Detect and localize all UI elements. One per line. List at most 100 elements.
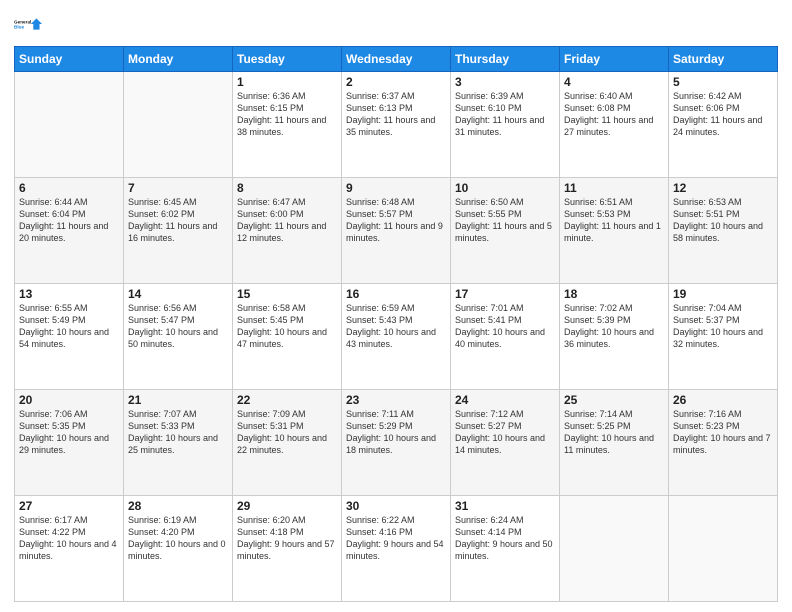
day-info: Sunrise: 6:20 AM Sunset: 4:18 PM Dayligh… <box>237 514 337 563</box>
calendar-cell: 9Sunrise: 6:48 AM Sunset: 5:57 PM Daylig… <box>342 178 451 284</box>
day-info: Sunrise: 6:19 AM Sunset: 4:20 PM Dayligh… <box>128 514 228 563</box>
day-number: 21 <box>128 393 228 407</box>
calendar-cell: 19Sunrise: 7:04 AM Sunset: 5:37 PM Dayli… <box>669 284 778 390</box>
logo-icon: GeneralBlue <box>14 10 42 38</box>
day-number: 7 <box>128 181 228 195</box>
day-number: 20 <box>19 393 119 407</box>
day-info: Sunrise: 6:39 AM Sunset: 6:10 PM Dayligh… <box>455 90 555 139</box>
calendar-cell: 18Sunrise: 7:02 AM Sunset: 5:39 PM Dayli… <box>560 284 669 390</box>
day-number: 2 <box>346 75 446 89</box>
day-number: 22 <box>237 393 337 407</box>
day-info: Sunrise: 7:01 AM Sunset: 5:41 PM Dayligh… <box>455 302 555 351</box>
day-info: Sunrise: 6:59 AM Sunset: 5:43 PM Dayligh… <box>346 302 446 351</box>
day-number: 29 <box>237 499 337 513</box>
day-info: Sunrise: 6:42 AM Sunset: 6:06 PM Dayligh… <box>673 90 773 139</box>
calendar-week-row: 27Sunrise: 6:17 AM Sunset: 4:22 PM Dayli… <box>15 496 778 602</box>
day-number: 15 <box>237 287 337 301</box>
calendar-cell: 15Sunrise: 6:58 AM Sunset: 5:45 PM Dayli… <box>233 284 342 390</box>
day-info: Sunrise: 6:37 AM Sunset: 6:13 PM Dayligh… <box>346 90 446 139</box>
calendar-cell: 23Sunrise: 7:11 AM Sunset: 5:29 PM Dayli… <box>342 390 451 496</box>
calendar-table: SundayMondayTuesdayWednesdayThursdayFrid… <box>14 46 778 602</box>
weekday-header-friday: Friday <box>560 47 669 72</box>
weekday-header-thursday: Thursday <box>451 47 560 72</box>
day-number: 10 <box>455 181 555 195</box>
calendar-cell: 6Sunrise: 6:44 AM Sunset: 6:04 PM Daylig… <box>15 178 124 284</box>
calendar-cell: 26Sunrise: 7:16 AM Sunset: 5:23 PM Dayli… <box>669 390 778 496</box>
calendar-cell: 2Sunrise: 6:37 AM Sunset: 6:13 PM Daylig… <box>342 72 451 178</box>
day-info: Sunrise: 6:24 AM Sunset: 4:14 PM Dayligh… <box>455 514 555 563</box>
calendar-cell <box>124 72 233 178</box>
day-number: 8 <box>237 181 337 195</box>
day-number: 26 <box>673 393 773 407</box>
calendar-cell: 11Sunrise: 6:51 AM Sunset: 5:53 PM Dayli… <box>560 178 669 284</box>
day-info: Sunrise: 6:47 AM Sunset: 6:00 PM Dayligh… <box>237 196 337 245</box>
svg-text:Blue: Blue <box>14 25 25 30</box>
day-info: Sunrise: 7:16 AM Sunset: 5:23 PM Dayligh… <box>673 408 773 457</box>
day-number: 17 <box>455 287 555 301</box>
calendar-cell: 20Sunrise: 7:06 AM Sunset: 5:35 PM Dayli… <box>15 390 124 496</box>
calendar-cell: 12Sunrise: 6:53 AM Sunset: 5:51 PM Dayli… <box>669 178 778 284</box>
day-number: 6 <box>19 181 119 195</box>
weekday-header-tuesday: Tuesday <box>233 47 342 72</box>
day-info: Sunrise: 6:55 AM Sunset: 5:49 PM Dayligh… <box>19 302 119 351</box>
day-number: 27 <box>19 499 119 513</box>
day-info: Sunrise: 6:40 AM Sunset: 6:08 PM Dayligh… <box>564 90 664 139</box>
day-number: 16 <box>346 287 446 301</box>
day-number: 23 <box>346 393 446 407</box>
day-number: 11 <box>564 181 664 195</box>
calendar-cell <box>560 496 669 602</box>
calendar-cell: 10Sunrise: 6:50 AM Sunset: 5:55 PM Dayli… <box>451 178 560 284</box>
calendar-cell: 21Sunrise: 7:07 AM Sunset: 5:33 PM Dayli… <box>124 390 233 496</box>
day-number: 19 <box>673 287 773 301</box>
day-info: Sunrise: 6:36 AM Sunset: 6:15 PM Dayligh… <box>237 90 337 139</box>
calendar-cell: 29Sunrise: 6:20 AM Sunset: 4:18 PM Dayli… <box>233 496 342 602</box>
day-number: 25 <box>564 393 664 407</box>
calendar-cell: 17Sunrise: 7:01 AM Sunset: 5:41 PM Dayli… <box>451 284 560 390</box>
day-info: Sunrise: 6:44 AM Sunset: 6:04 PM Dayligh… <box>19 196 119 245</box>
day-number: 30 <box>346 499 446 513</box>
day-number: 31 <box>455 499 555 513</box>
calendar-cell: 31Sunrise: 6:24 AM Sunset: 4:14 PM Dayli… <box>451 496 560 602</box>
calendar-cell: 25Sunrise: 7:14 AM Sunset: 5:25 PM Dayli… <box>560 390 669 496</box>
weekday-header-sunday: Sunday <box>15 47 124 72</box>
calendar-cell: 27Sunrise: 6:17 AM Sunset: 4:22 PM Dayli… <box>15 496 124 602</box>
calendar-cell: 5Sunrise: 6:42 AM Sunset: 6:06 PM Daylig… <box>669 72 778 178</box>
calendar-cell: 13Sunrise: 6:55 AM Sunset: 5:49 PM Dayli… <box>15 284 124 390</box>
day-info: Sunrise: 7:04 AM Sunset: 5:37 PM Dayligh… <box>673 302 773 351</box>
day-info: Sunrise: 6:53 AM Sunset: 5:51 PM Dayligh… <box>673 196 773 245</box>
weekday-header-wednesday: Wednesday <box>342 47 451 72</box>
day-number: 3 <box>455 75 555 89</box>
calendar-cell: 24Sunrise: 7:12 AM Sunset: 5:27 PM Dayli… <box>451 390 560 496</box>
day-number: 18 <box>564 287 664 301</box>
calendar-cell: 1Sunrise: 6:36 AM Sunset: 6:15 PM Daylig… <box>233 72 342 178</box>
calendar-cell: 30Sunrise: 6:22 AM Sunset: 4:16 PM Dayli… <box>342 496 451 602</box>
calendar-cell: 14Sunrise: 6:56 AM Sunset: 5:47 PM Dayli… <box>124 284 233 390</box>
svg-text:General: General <box>14 19 31 24</box>
day-number: 14 <box>128 287 228 301</box>
calendar-cell: 16Sunrise: 6:59 AM Sunset: 5:43 PM Dayli… <box>342 284 451 390</box>
page-header: GeneralBlue <box>14 10 778 38</box>
calendar-cell: 22Sunrise: 7:09 AM Sunset: 5:31 PM Dayli… <box>233 390 342 496</box>
day-info: Sunrise: 7:09 AM Sunset: 5:31 PM Dayligh… <box>237 408 337 457</box>
calendar-cell: 4Sunrise: 6:40 AM Sunset: 6:08 PM Daylig… <box>560 72 669 178</box>
day-info: Sunrise: 6:22 AM Sunset: 4:16 PM Dayligh… <box>346 514 446 563</box>
day-info: Sunrise: 7:14 AM Sunset: 5:25 PM Dayligh… <box>564 408 664 457</box>
day-info: Sunrise: 6:50 AM Sunset: 5:55 PM Dayligh… <box>455 196 555 245</box>
day-info: Sunrise: 6:17 AM Sunset: 4:22 PM Dayligh… <box>19 514 119 563</box>
calendar-cell: 3Sunrise: 6:39 AM Sunset: 6:10 PM Daylig… <box>451 72 560 178</box>
day-number: 13 <box>19 287 119 301</box>
day-number: 12 <box>673 181 773 195</box>
day-info: Sunrise: 6:58 AM Sunset: 5:45 PM Dayligh… <box>237 302 337 351</box>
calendar-cell: 7Sunrise: 6:45 AM Sunset: 6:02 PM Daylig… <box>124 178 233 284</box>
day-info: Sunrise: 6:48 AM Sunset: 5:57 PM Dayligh… <box>346 196 446 245</box>
calendar-cell <box>669 496 778 602</box>
day-info: Sunrise: 7:11 AM Sunset: 5:29 PM Dayligh… <box>346 408 446 457</box>
day-info: Sunrise: 6:45 AM Sunset: 6:02 PM Dayligh… <box>128 196 228 245</box>
day-number: 5 <box>673 75 773 89</box>
calendar-header-row: SundayMondayTuesdayWednesdayThursdayFrid… <box>15 47 778 72</box>
day-number: 9 <box>346 181 446 195</box>
day-info: Sunrise: 7:07 AM Sunset: 5:33 PM Dayligh… <box>128 408 228 457</box>
day-number: 4 <box>564 75 664 89</box>
day-info: Sunrise: 7:12 AM Sunset: 5:27 PM Dayligh… <box>455 408 555 457</box>
calendar-cell: 8Sunrise: 6:47 AM Sunset: 6:00 PM Daylig… <box>233 178 342 284</box>
